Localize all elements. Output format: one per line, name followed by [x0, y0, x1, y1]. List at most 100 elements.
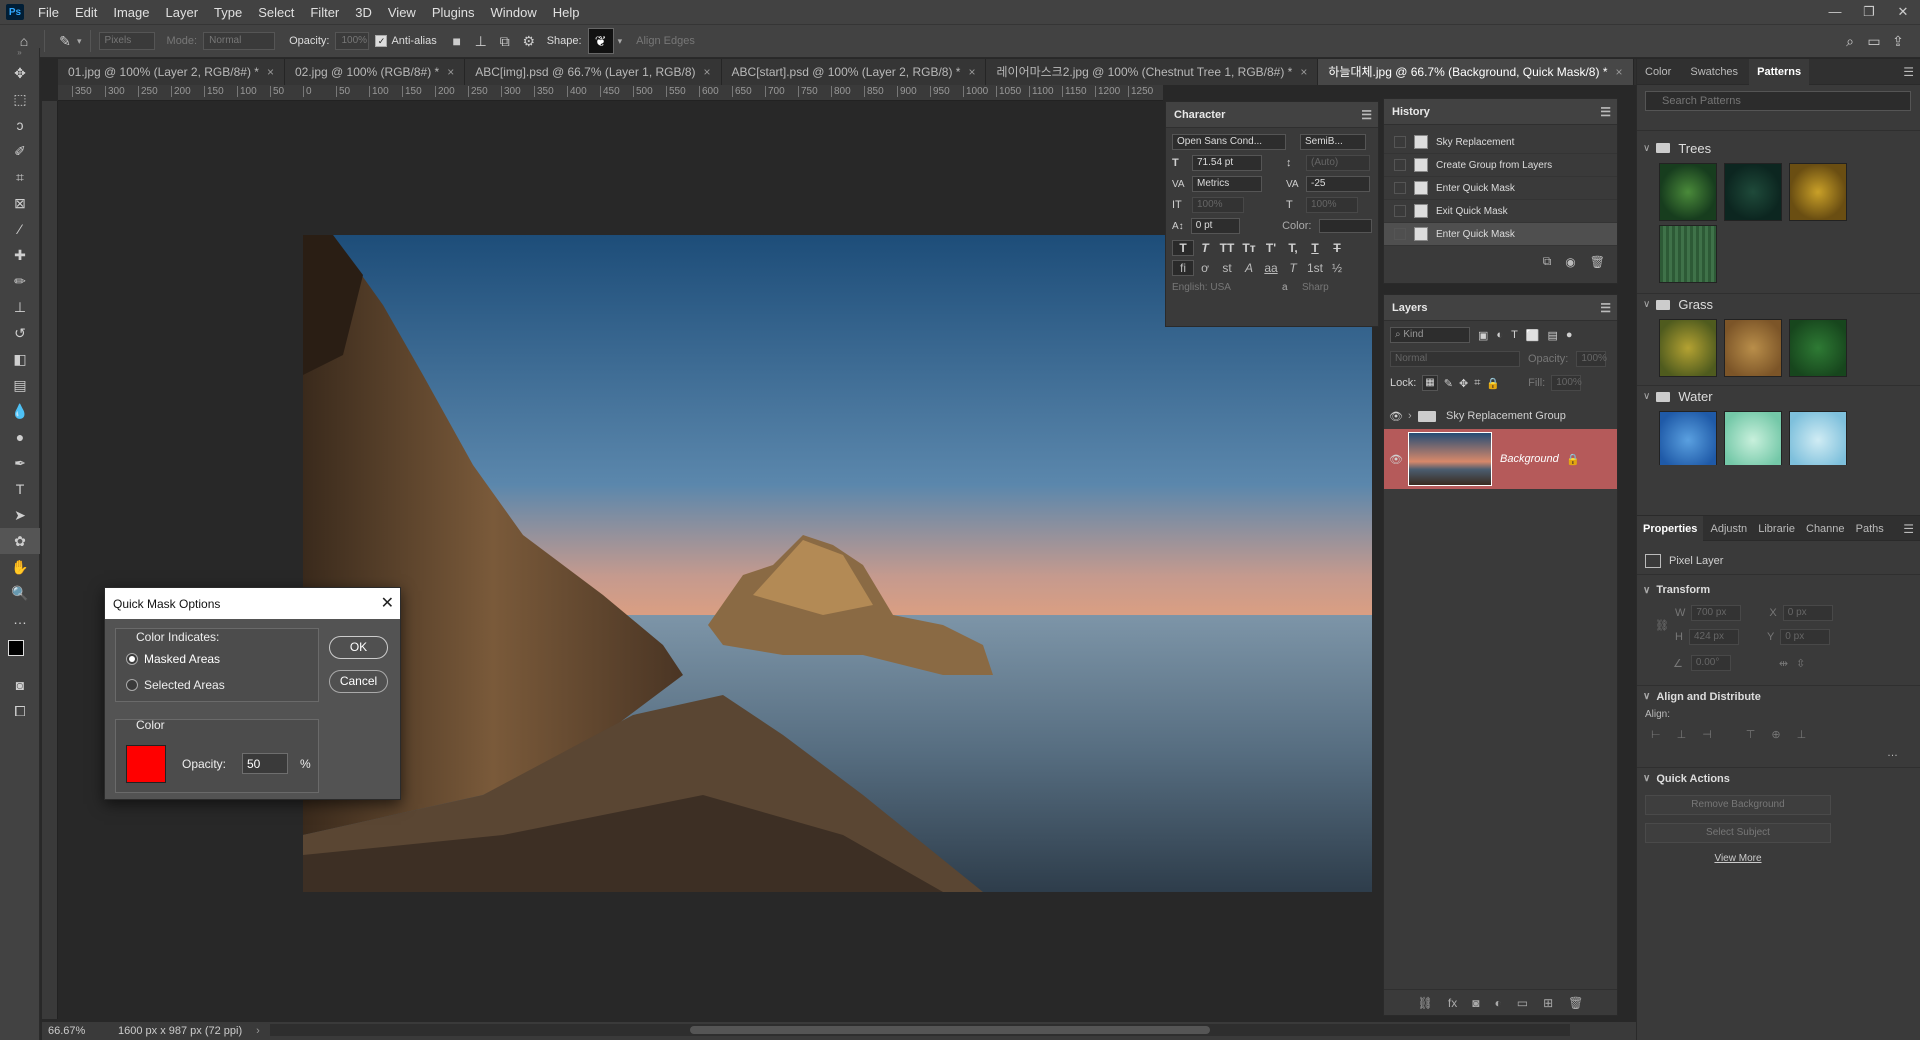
close-icon[interactable]: ✕ [381, 593, 394, 613]
superscript-button[interactable]: T' [1260, 241, 1282, 255]
new-document-from-state-icon[interactable]: ⧉ [1543, 254, 1552, 269]
close-tab-icon[interactable]: × [1300, 65, 1307, 79]
align-distribute-section[interactable]: ∨ Align and Distribute [1637, 685, 1920, 707]
menu-plugins[interactable]: Plugins [424, 5, 483, 20]
tab-paths[interactable]: Paths [1852, 516, 1888, 542]
history-item[interactable]: Sky Replacement [1384, 131, 1617, 154]
type-tool-icon[interactable]: T [0, 476, 40, 502]
tab-abc-img[interactable]: ABC[img].psd @ 66.7% (Layer 1, RGB/8) × [465, 59, 722, 85]
delete-state-icon[interactable]: 🗑 [1590, 255, 1605, 269]
align-top-icon[interactable]: ⊤ [1746, 728, 1756, 741]
lasso-tool-icon[interactable]: ↄ [0, 112, 40, 138]
cancel-button[interactable]: Cancel [329, 670, 388, 693]
status-arrow-icon[interactable]: › [256, 1025, 260, 1037]
transform-section[interactable]: ∨ Transform [1637, 579, 1920, 601]
strikethrough-button[interactable]: T [1326, 241, 1348, 255]
tab-swatches[interactable]: Swatches [1682, 59, 1746, 85]
shape-picker-icon[interactable]: ❦ [587, 28, 614, 54]
radio-masked[interactable] [126, 653, 138, 665]
tab-patterns[interactable]: Patterns [1749, 59, 1810, 85]
zoom-level[interactable]: 66.67% [48, 1025, 108, 1037]
angle-field[interactable]: 0.00° [1690, 655, 1731, 671]
close-tab-icon[interactable]: × [1616, 65, 1623, 79]
align-bottom-icon[interactable]: ⊥ [1797, 728, 1807, 741]
width-field[interactable]: 700 px [1691, 605, 1742, 621]
snapshot-icon[interactable]: ◉ [1565, 255, 1575, 269]
quick-mask-icon[interactable]: ◙ [0, 672, 40, 698]
new-group-icon[interactable]: ▭ [1517, 996, 1528, 1010]
restore-icon[interactable]: ❐ [1852, 0, 1886, 24]
pattern-swatch[interactable] [1724, 411, 1783, 465]
x-field[interactable]: 0 px [1782, 605, 1833, 621]
pattern-group-trees[interactable]: ∨ Trees [1637, 137, 1920, 159]
menu-layer[interactable]: Layer [158, 5, 207, 20]
frame-tool-icon[interactable]: ⊠ [0, 190, 40, 216]
align-right-icon[interactable]: ⊣ [1702, 728, 1712, 741]
tab-02[interactable]: 02.jpg @ 100% (RGB/8#) * × [284, 59, 466, 85]
pattern-group-grass[interactable]: ∨ Grass [1637, 293, 1920, 315]
close-tab-icon[interactable]: × [447, 65, 454, 79]
move-tool-icon[interactable]: ✥ [0, 60, 40, 86]
tab-adjustments[interactable]: Adjustn [1706, 516, 1751, 542]
filter-toggle-icon[interactable]: ● [1566, 329, 1573, 341]
filter-pixel-icon[interactable]: ▣ [1478, 329, 1488, 342]
tab-properties[interactable]: Properties [1637, 516, 1704, 542]
delete-layer-icon[interactable]: 🗑 [1568, 996, 1583, 1010]
pattern-swatch[interactable] [1659, 319, 1717, 377]
layer-row[interactable]: 👁 › Sky Replacement Group [1384, 403, 1617, 429]
more-tools-icon[interactable]: … [0, 606, 40, 632]
align-left-icon[interactable]: ⊢ [1651, 728, 1661, 741]
pattern-swatch[interactable] [1659, 163, 1717, 221]
opacity-field[interactable]: 100% [335, 32, 370, 50]
view-more-link[interactable]: View More [1637, 853, 1839, 864]
pattern-swatch[interactable] [1724, 163, 1783, 221]
foreground-color[interactable] [8, 640, 24, 656]
swash-button[interactable]: A [1238, 261, 1260, 275]
pattern-swatch[interactable] [1789, 163, 1848, 221]
add-mask-icon[interactable]: ◙ [1472, 996, 1479, 1010]
marquee-tool-icon[interactable]: ⬚ [0, 86, 40, 112]
layer-opacity-field[interactable]: 100% [1576, 351, 1607, 367]
horizontal-scale-field[interactable]: 100% [1306, 197, 1358, 213]
new-layer-icon[interactable]: ⊞ [1543, 996, 1553, 1010]
pattern-group-water[interactable]: ∨ Water [1637, 385, 1920, 407]
quick-actions-section[interactable]: ∨ Quick Actions [1637, 767, 1920, 789]
kerning-field[interactable]: Metrics [1192, 176, 1262, 192]
layer-name[interactable]: Background [1500, 453, 1560, 465]
workspace-icon[interactable]: ▭ [1862, 29, 1886, 53]
more-options-icon[interactable]: … [1637, 747, 1920, 759]
fill-icon[interactable]: ■ [445, 29, 469, 53]
panel-menu-icon[interactable]: ☰ [1903, 65, 1914, 79]
filter-shape-icon[interactable]: ⬜ [1526, 329, 1540, 342]
screen-mode-icon[interactable]: ⧠ [0, 698, 40, 724]
pattern-swatch[interactable] [1659, 411, 1717, 465]
blur-tool-icon[interactable]: 💧 [0, 398, 40, 424]
history-item-selected[interactable]: Enter Quick Mask [1384, 223, 1617, 246]
scrollbar-thumb[interactable] [690, 1026, 1210, 1034]
underline-button[interactable]: T [1304, 241, 1326, 255]
path-alignment-icon[interactable]: ⊥ [469, 29, 493, 53]
eraser-icon[interactable]: ◧ [0, 346, 40, 372]
tab-sky-replace[interactable]: 하늘대체.jpg @ 66.7% (Background, Quick Mask… [1318, 59, 1634, 85]
vertical-scale-field[interactable]: 100% [1192, 197, 1244, 213]
history-item[interactable]: Enter Quick Mask [1384, 177, 1617, 200]
flip-vertical-icon[interactable]: ⇳ [1796, 657, 1805, 670]
lock-position-icon[interactable]: ✥ [1459, 377, 1468, 390]
ordinals-button[interactable]: 1st [1304, 261, 1326, 275]
pen-tool-icon[interactable]: ✒ [0, 450, 40, 476]
text-color-swatch[interactable] [1319, 219, 1372, 233]
old-style-button[interactable]: ơ [1194, 261, 1216, 275]
menu-window[interactable]: Window [482, 5, 544, 20]
remove-background-button[interactable]: Remove Background [1645, 795, 1831, 815]
subscript-button[interactable]: T, [1282, 241, 1304, 255]
search-patterns-input[interactable] [1645, 91, 1911, 111]
panel-menu-icon[interactable]: ☰ [1903, 522, 1914, 536]
filter-adjustment-icon[interactable]: ◐ [1496, 329, 1503, 341]
collapse-toolbar-icon[interactable]: » [0, 48, 39, 60]
align-middle-icon[interactable]: ⊕ [1771, 728, 1780, 741]
y-field[interactable]: 0 px [1780, 629, 1831, 645]
faux-bold-button[interactable]: T [1172, 240, 1194, 256]
tab-layer-mask[interactable]: 레이어마스크2.jpg @ 100% (Chestnut Tree 1, RGB… [986, 59, 1319, 85]
crop-tool-icon[interactable]: ⌗ [0, 164, 40, 190]
visibility-eye-icon[interactable]: 👁 [1384, 453, 1408, 466]
